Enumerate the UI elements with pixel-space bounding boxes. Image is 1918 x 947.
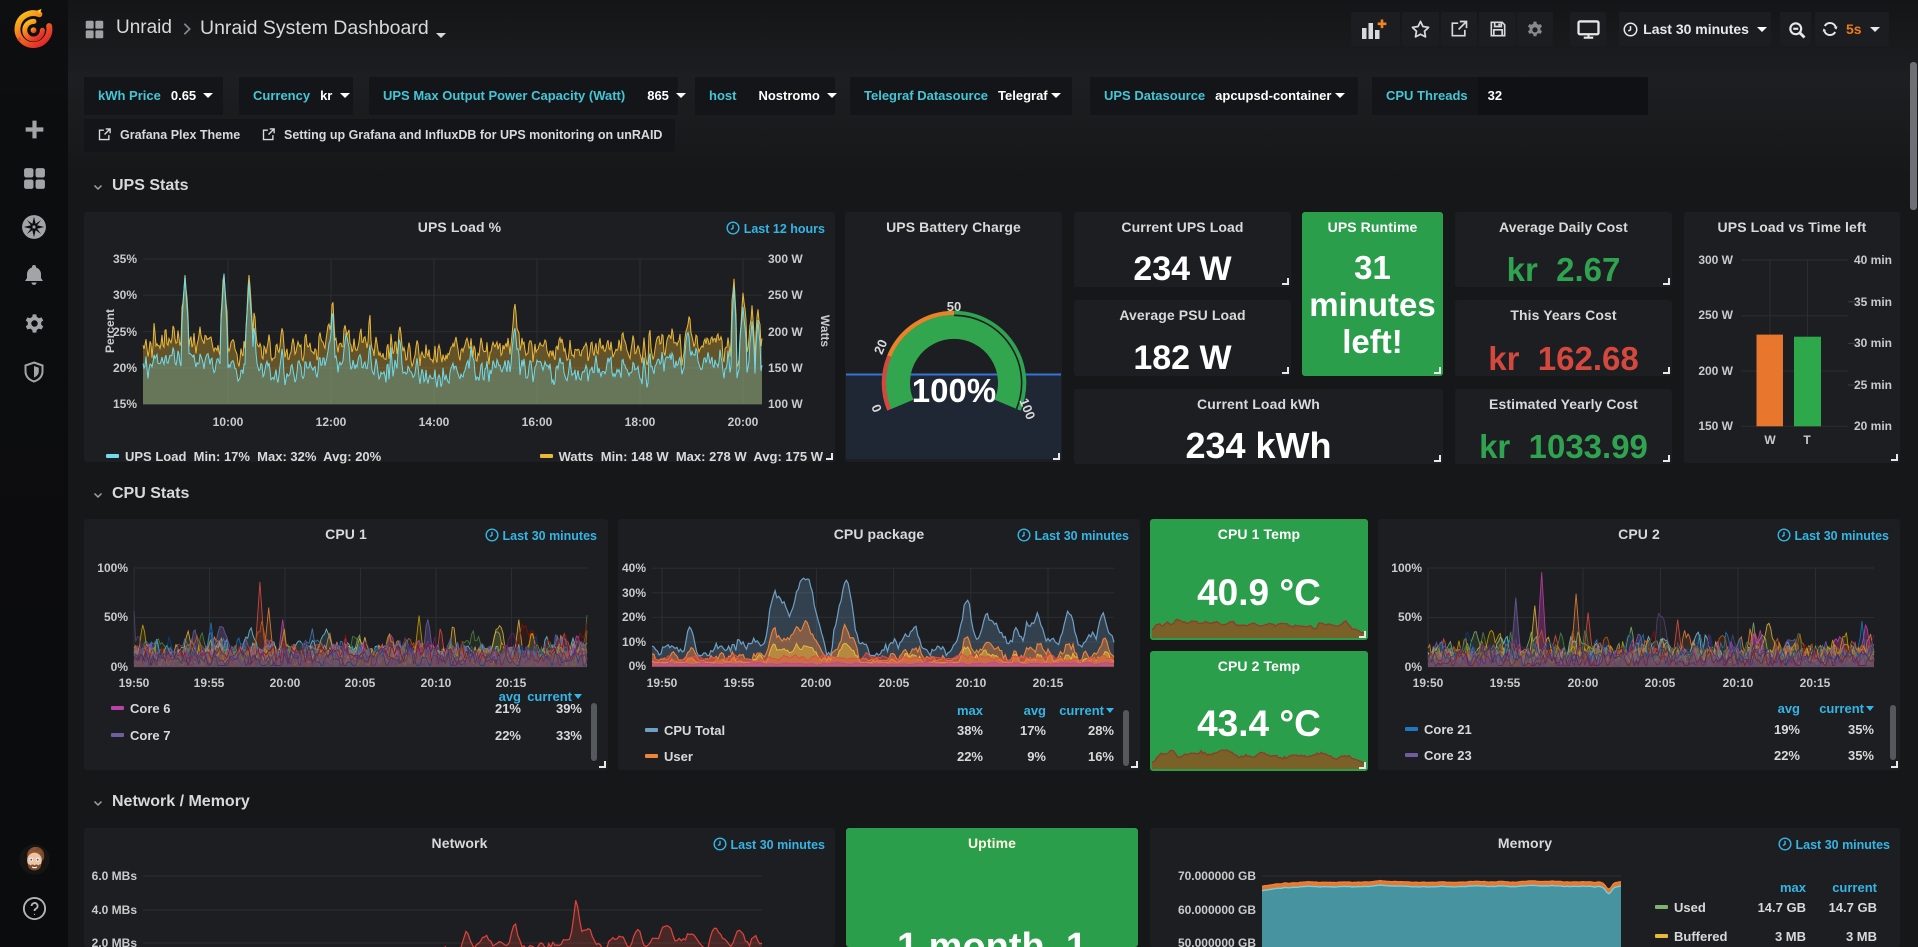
svg-text:20: 20 <box>871 337 890 356</box>
svg-text:50: 50 <box>947 299 961 314</box>
svg-text:100%: 100% <box>912 372 996 409</box>
